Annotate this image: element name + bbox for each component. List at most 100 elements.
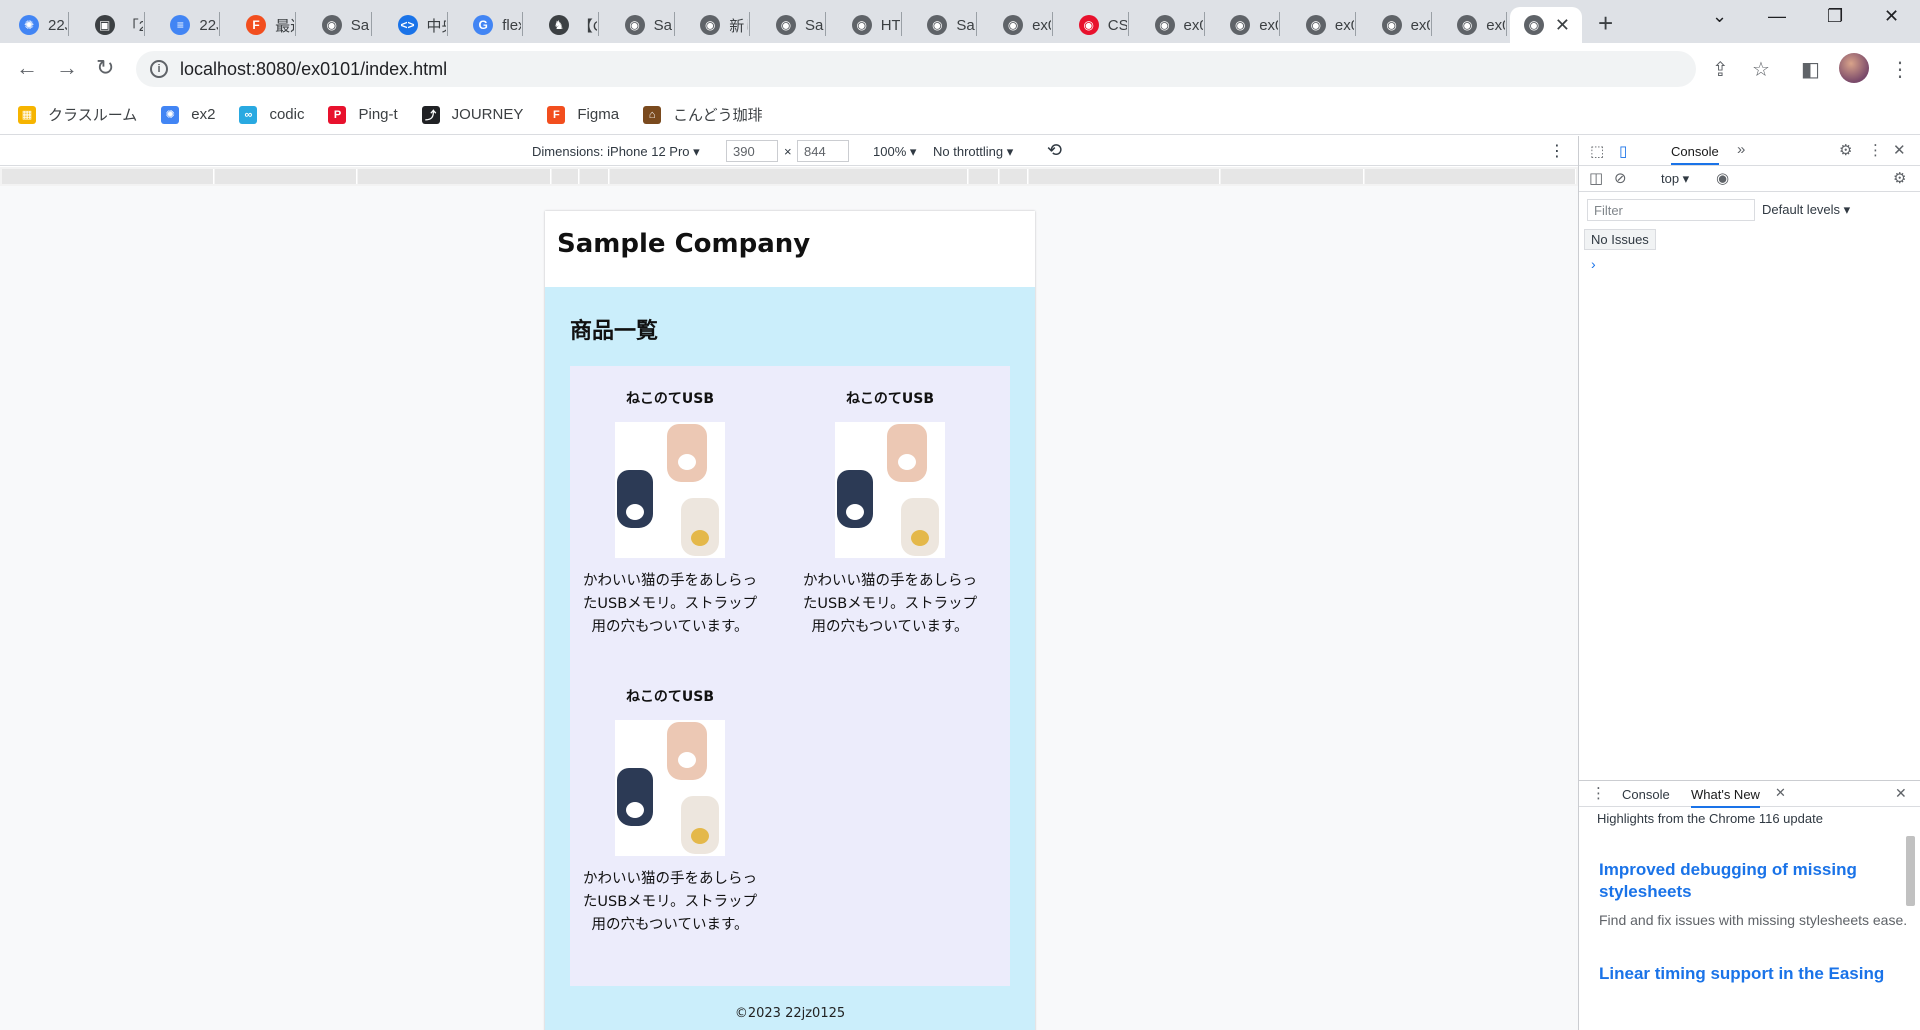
eye-icon[interactable]: ◉ — [1716, 169, 1729, 187]
drawer-tab-whats-new[interactable]: What's New — [1691, 787, 1760, 808]
tab-title: ex0 — [1032, 16, 1051, 34]
maximize-icon[interactable]: ❐ — [1827, 6, 1843, 27]
browser-tab[interactable]: ✺ 22J — [6, 7, 67, 43]
log-levels-select[interactable]: Default levels ▾ — [1762, 202, 1850, 218]
console-prompt[interactable]: › — [1591, 256, 1596, 272]
site-info-icon[interactable]: i — [150, 60, 168, 78]
tab-title: 【CS — [577, 17, 597, 35]
usb-paw-cream — [681, 796, 719, 854]
media-segment[interactable] — [1029, 169, 1220, 184]
share-icon[interactable]: ⇪ — [1712, 57, 1729, 82]
browser-tab[interactable]: <> 中央 — [385, 7, 446, 43]
tab-title: ex0 — [1334, 16, 1354, 34]
console-settings-icon[interactable]: ⚙ — [1893, 169, 1906, 187]
browser-tab[interactable]: ▣ 「22 — [82, 7, 143, 43]
drawer-tab-console[interactable]: Console — [1622, 787, 1670, 802]
clear-console-icon[interactable]: ⊘ — [1614, 169, 1627, 187]
dimensions-select[interactable]: Dimensions: iPhone 12 Pro ▾ — [532, 144, 700, 160]
media-segment[interactable] — [1365, 169, 1576, 184]
filter-input[interactable]: Filter — [1587, 199, 1755, 221]
browser-tab[interactable]: ◉ ex0 — [1142, 7, 1203, 43]
bookmark-star-icon[interactable]: ☆ — [1752, 57, 1770, 82]
inspect-icon[interactable]: ⬚ — [1590, 142, 1604, 160]
more-options-icon[interactable]: ⋮ — [1549, 141, 1565, 161]
media-segment[interactable] — [2, 169, 214, 184]
browser-toolbar: ← → ↻ i localhost:8080/ex0101/index.html… — [0, 43, 1920, 95]
browser-tab[interactable]: ◉ San — [914, 7, 975, 43]
menu-kebab-icon[interactable]: ⋮ — [1890, 57, 1910, 82]
height-input[interactable]: 844 — [797, 140, 849, 162]
bookmark-label: Ping-t — [358, 106, 398, 123]
address-bar[interactable]: i localhost:8080/ex0101/index.html — [136, 51, 1696, 87]
tab-separator — [1203, 12, 1205, 36]
new-tab-button[interactable]: + — [1598, 8, 1613, 39]
article-link[interactable]: Linear timing support in the Easing — [1599, 963, 1914, 985]
browser-tab[interactable]: ◉ ex0 — [1293, 7, 1354, 43]
browser-tab[interactable]: ◉ ex0 — [990, 7, 1051, 43]
reload-icon[interactable]: ↻ — [96, 55, 114, 81]
browser-tab[interactable]: ◉ CSS — [1066, 7, 1127, 43]
media-segment[interactable] — [580, 169, 609, 184]
drawer-kebab-icon[interactable]: ⋮ — [1591, 784, 1606, 802]
browser-tab[interactable]: F 最近 — [233, 7, 294, 43]
media-segment[interactable] — [552, 169, 579, 184]
settings-gear-icon[interactable]: ⚙ — [1839, 141, 1852, 159]
close-window-icon[interactable]: ✕ — [1884, 6, 1899, 27]
throttling-select[interactable]: No throttling ▾ — [933, 144, 1013, 160]
media-segment[interactable] — [358, 169, 551, 184]
close-drawer-icon[interactable]: ✕ — [1895, 785, 1907, 802]
browser-tab[interactable]: ◉ ex0 — [1369, 7, 1430, 43]
issues-button[interactable]: No Issues — [1584, 229, 1656, 250]
media-segment[interactable] — [610, 169, 968, 184]
tab-separator — [1127, 12, 1129, 36]
bookmark-item[interactable]: ⤴ JOURNEY — [421, 105, 523, 124]
bookmark-item[interactable]: F Figma — [547, 105, 619, 124]
browser-tab[interactable]: ◉ San — [612, 7, 673, 43]
bookmarks-bar: ▦ クラスルーム ✺ ex2 ∞ codic P Ping-t ⤴ JOURNEY F Figma ⌂ こ… — [0, 95, 1920, 135]
tab-console[interactable]: Console — [1671, 144, 1719, 165]
bookmark-item[interactable]: ▦ クラスルーム — [18, 104, 137, 125]
drawer-scrollbar[interactable] — [1904, 816, 1916, 1024]
sidebar-toggle-icon[interactable]: ◫ — [1589, 169, 1603, 187]
devtools-close-icon[interactable]: ✕ — [1893, 141, 1906, 159]
tab-favicon-icon: F — [246, 15, 267, 35]
browser-tab[interactable]: ◉ San — [763, 7, 824, 43]
browser-tab[interactable]: ♞ 【CS — [536, 7, 597, 43]
media-segment[interactable] — [969, 169, 999, 184]
bookmark-item[interactable]: ⌂ こんどう珈琲 — [643, 104, 763, 125]
browser-tab[interactable]: ◉ ex0 — [1217, 7, 1278, 43]
width-input[interactable]: 390 — [726, 140, 778, 162]
browser-tab[interactable]: ◉ HTT — [839, 7, 900, 43]
forward-icon[interactable]: → — [56, 55, 78, 81]
bookmark-item[interactable]: P Ping-t — [328, 105, 398, 124]
browser-tab[interactable]: ◉ San — [309, 7, 370, 43]
article-link[interactable]: Improved debugging of missing stylesheet… — [1599, 859, 1899, 903]
profile-avatar[interactable] — [1839, 53, 1869, 83]
device-toggle-icon[interactable]: ▯ — [1619, 142, 1627, 160]
bookmark-item[interactable]: ✺ ex2 — [161, 105, 215, 124]
back-icon[interactable]: ← — [16, 55, 38, 81]
media-segment[interactable] — [1221, 169, 1364, 184]
more-tabs-icon[interactable]: » — [1737, 141, 1745, 158]
tab-active[interactable]: ◉ ✕ — [1510, 7, 1582, 43]
product-grid: ねこのてUSB かわいい猫の手をあしらったUSBメモリ。ストラップ用の穴もついてい… — [570, 366, 1010, 986]
rotate-icon[interactable]: ⟲ — [1047, 140, 1062, 161]
media-query-bar[interactable] — [0, 167, 1578, 186]
browser-tab[interactable]: ◉ ex0 — [1444, 7, 1505, 43]
bookmark-item[interactable]: ∞ codic — [239, 105, 304, 124]
browser-tab[interactable]: Gflex — [460, 7, 521, 43]
scrollbar-thumb[interactable] — [1906, 836, 1915, 906]
close-whats-new-icon[interactable]: ✕ — [1775, 785, 1786, 801]
context-select[interactable]: top ▾ — [1661, 171, 1689, 187]
close-tab-icon[interactable]: ✕ — [1555, 15, 1570, 36]
zoom-select[interactable]: 100% ▾ — [873, 144, 916, 160]
minimize-icon[interactable]: — — [1768, 6, 1786, 27]
tab-search-icon[interactable]: ⌄ — [1712, 6, 1727, 27]
tab-separator — [143, 12, 145, 36]
side-panel-icon[interactable]: ◧ — [1801, 57, 1820, 82]
media-segment[interactable] — [1000, 169, 1028, 184]
media-segment[interactable] — [215, 169, 357, 184]
browser-tab[interactable]: ≡ 22J — [157, 7, 218, 43]
browser-tab[interactable]: ◉ 新し — [687, 7, 748, 43]
devtools-kebab-icon[interactable]: ⋮ — [1868, 141, 1883, 159]
